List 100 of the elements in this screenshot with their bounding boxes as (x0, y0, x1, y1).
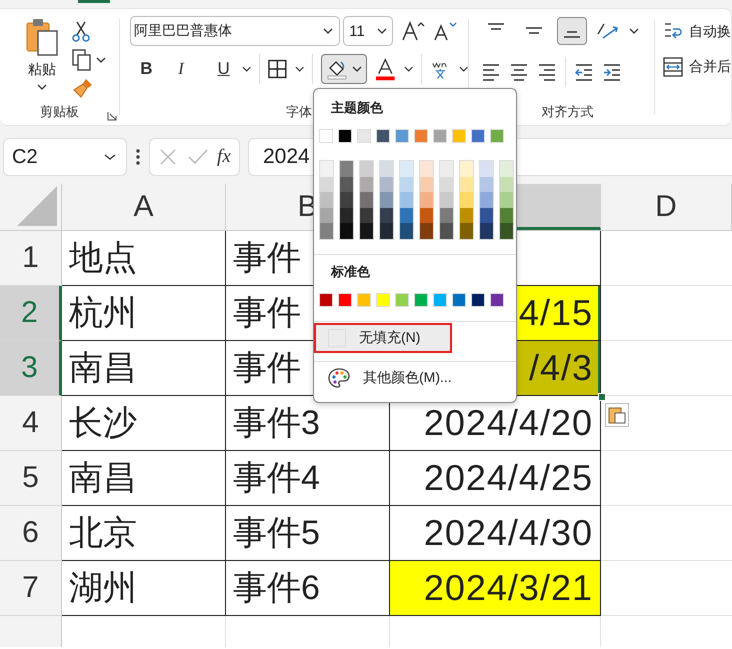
caret-icon[interactable] (458, 65, 468, 73)
color-swatch[interactable] (500, 176, 513, 192)
color-swatch[interactable] (395, 292, 409, 307)
color-swatch[interactable] (420, 192, 433, 208)
color-swatch[interactable] (500, 223, 513, 239)
color-swatch[interactable] (380, 223, 393, 239)
color-swatch[interactable] (400, 192, 413, 208)
color-swatch[interactable] (480, 161, 493, 177)
merge-button[interactable]: 合并后 (663, 57, 732, 77)
row-header[interactable]: 5 (0, 451, 62, 506)
scissors-icon[interactable] (72, 21, 90, 43)
name-box[interactable]: C2 (3, 138, 127, 176)
brush-icon[interactable] (72, 77, 94, 99)
color-swatch[interactable] (420, 176, 433, 192)
caret-icon[interactable] (404, 65, 414, 73)
color-swatch[interactable] (320, 176, 333, 192)
color-swatch[interactable] (414, 292, 428, 307)
color-swatch[interactable] (420, 161, 433, 177)
fill-color-button[interactable] (321, 54, 368, 84)
color-swatch[interactable] (433, 129, 447, 143)
color-swatch[interactable] (471, 292, 485, 307)
insert-function-button[interactable]: fx (217, 146, 231, 168)
enter-icon[interactable] (186, 147, 209, 167)
color-swatch[interactable] (360, 192, 373, 208)
bottom-align-button[interactable] (557, 17, 588, 45)
row-header[interactable]: 1 (0, 231, 62, 286)
color-swatch[interactable] (400, 223, 413, 239)
row-header[interactable]: 7 (0, 561, 62, 616)
paste-button[interactable]: 粘贴 (18, 17, 66, 99)
color-swatch[interactable] (400, 176, 413, 192)
color-swatch[interactable] (452, 292, 466, 307)
color-swatch[interactable] (480, 176, 493, 192)
font-name-field[interactable]: 阿里巴巴普惠体 (130, 16, 340, 46)
color-swatch[interactable] (460, 176, 473, 192)
color-swatch[interactable] (338, 129, 352, 143)
color-swatch[interactable] (357, 292, 371, 307)
color-swatch[interactable] (357, 129, 371, 143)
color-swatch[interactable] (400, 208, 413, 224)
bold-button[interactable]: B (136, 59, 157, 79)
color-swatch[interactable] (380, 176, 393, 192)
color-swatch[interactable] (380, 161, 393, 177)
paste-options-button[interactable] (605, 403, 629, 427)
underline-button[interactable]: U (213, 59, 234, 79)
caret-icon[interactable] (629, 27, 640, 35)
font-color-icon[interactable] (375, 57, 396, 81)
align-left-icon[interactable] (481, 63, 502, 81)
color-swatch[interactable] (480, 208, 493, 224)
color-swatch[interactable] (340, 192, 353, 208)
row-header[interactable]: 6 (0, 506, 62, 561)
color-swatch[interactable] (433, 292, 447, 307)
color-swatch[interactable] (471, 129, 485, 143)
more-icon[interactable] (135, 148, 141, 166)
color-swatch[interactable] (480, 223, 493, 239)
color-swatch[interactable] (420, 223, 433, 239)
color-swatch[interactable] (360, 176, 373, 192)
column-header[interactable]: D (601, 184, 732, 230)
color-swatch[interactable] (500, 208, 513, 224)
color-swatch[interactable] (376, 129, 390, 143)
row-header[interactable]: 2 (0, 286, 62, 341)
color-swatch[interactable] (480, 192, 493, 208)
shrink-font-icon[interactable] (433, 20, 458, 42)
caret-icon[interactable] (96, 56, 106, 64)
cancel-icon[interactable] (158, 147, 178, 167)
color-swatch[interactable] (490, 292, 504, 307)
color-swatch[interactable] (340, 176, 353, 192)
color-swatch[interactable] (340, 223, 353, 239)
color-swatch[interactable] (490, 129, 504, 143)
dialog-launcher-icon[interactable] (107, 111, 118, 121)
color-swatch[interactable] (340, 161, 353, 177)
color-swatch[interactable] (440, 176, 453, 192)
grow-font-icon[interactable] (401, 20, 426, 42)
borders-icon[interactable] (268, 59, 287, 79)
color-swatch[interactable] (360, 208, 373, 224)
color-swatch[interactable] (320, 208, 333, 224)
color-swatch[interactable] (452, 129, 466, 143)
color-swatch[interactable] (320, 161, 333, 177)
color-swatch[interactable] (500, 161, 513, 177)
color-swatch[interactable] (500, 192, 513, 208)
color-swatch[interactable] (380, 192, 393, 208)
decrease-indent-icon[interactable] (574, 63, 594, 81)
color-swatch[interactable] (460, 223, 473, 239)
color-swatch[interactable] (440, 161, 453, 177)
color-swatch[interactable] (400, 161, 413, 177)
color-swatch[interactable] (460, 161, 473, 177)
row-header[interactable]: 4 (0, 396, 62, 451)
color-swatch[interactable] (420, 208, 433, 224)
color-swatch[interactable] (460, 192, 473, 208)
color-swatch[interactable] (319, 129, 333, 143)
color-swatch[interactable] (460, 208, 473, 224)
column-header[interactable]: A (62, 184, 226, 230)
color-swatch[interactable] (320, 192, 333, 208)
color-swatch[interactable] (376, 292, 390, 307)
color-swatch[interactable] (380, 208, 393, 224)
caret-icon[interactable] (294, 65, 304, 73)
color-swatch[interactable] (360, 223, 373, 239)
caret-icon[interactable] (242, 65, 252, 73)
color-swatch[interactable] (414, 129, 428, 143)
italic-button[interactable]: I (170, 59, 192, 79)
color-swatch[interactable] (340, 208, 353, 224)
fill-handle[interactable] (598, 393, 606, 401)
